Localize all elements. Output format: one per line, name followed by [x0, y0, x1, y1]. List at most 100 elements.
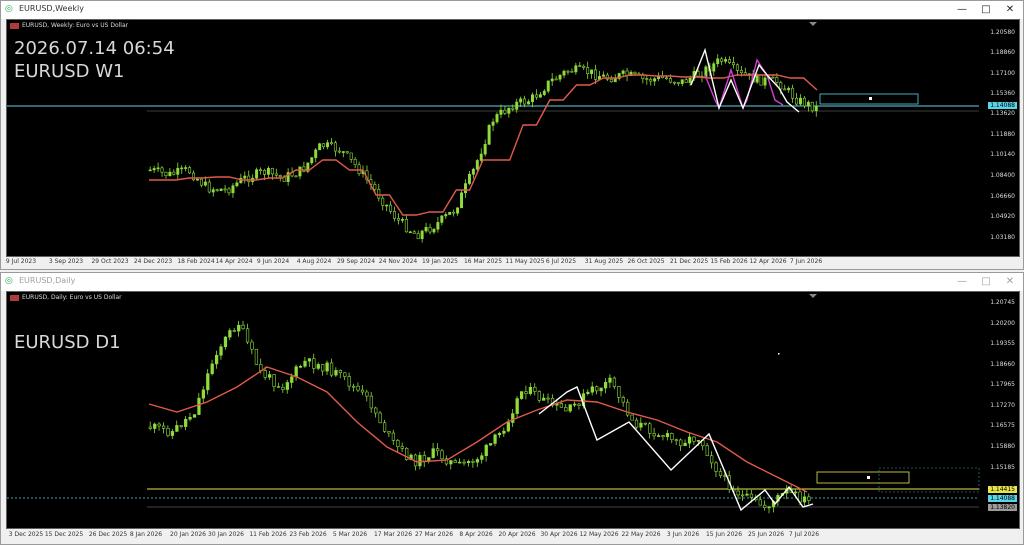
candle-body [298, 365, 303, 368]
candle-body [444, 214, 448, 217]
minimize-button[interactable]: — [950, 2, 974, 18]
candle-body [391, 432, 396, 441]
date-tick: 9 Jul 2023 [5, 258, 37, 265]
candle-body [152, 168, 156, 171]
candle-body [648, 423, 652, 434]
daily-price-plot [7, 294, 980, 514]
minimize-button[interactable]: — [950, 274, 974, 290]
candle-body [176, 167, 180, 175]
moving-average-line [148, 366, 808, 493]
candle-body [679, 439, 683, 447]
candle-body [601, 74, 605, 77]
candle-body [798, 97, 802, 105]
candle-body [400, 219, 404, 221]
candle-body [684, 79, 688, 83]
candle-body [184, 167, 188, 169]
candle-body [745, 493, 749, 496]
maximize-button[interactable]: □ [974, 274, 998, 290]
candle-body [487, 125, 491, 145]
price-tick: 1.17100 [990, 70, 1015, 77]
candle-body [493, 434, 497, 444]
candle-body [652, 433, 656, 437]
candle-body [352, 385, 356, 388]
candle-body [374, 407, 378, 414]
candle-body [538, 94, 542, 98]
close-button[interactable]: ✕ [998, 274, 1022, 290]
weekly-titlebar[interactable]: ◎ EURUSD,Weekly — □ ✕ [1, 1, 1023, 19]
candle-body [480, 455, 484, 460]
candle-body [440, 450, 444, 460]
candle-body [412, 231, 416, 234]
candle-body [634, 419, 639, 428]
daily-chart-area[interactable]: EURUSD, Daily: Euro vs US Dollar EURUSD … [6, 291, 1020, 529]
candle-body [712, 63, 716, 72]
candle-body [428, 227, 432, 233]
candle-body [696, 440, 701, 442]
price-tick: 1.15880 [990, 443, 1015, 450]
chart-icon: ◎ [5, 4, 13, 14]
candle-body [333, 142, 337, 152]
daily-titlebar[interactable]: ◎ EURUSD,Daily — □ ✕ [1, 273, 1023, 291]
candle-body [266, 168, 270, 175]
candle-body [716, 58, 720, 65]
candle-body [250, 341, 254, 350]
date-tick: 23 Feb 2026 [289, 531, 327, 538]
date-tick: 12 May 2026 [579, 531, 619, 538]
candle-body [656, 435, 661, 437]
candle-body [497, 433, 502, 436]
date-tick: 15 Jun 2026 [705, 531, 743, 538]
candle-body [378, 412, 382, 424]
daily-price-axis: 1.20745 1.20200 1.19355 1.18660 1.17965 … [979, 292, 1019, 528]
yellow-price-badge: 1.14415 [988, 486, 1017, 493]
candle-body [763, 504, 767, 508]
candle-body [720, 58, 724, 62]
candle-body [568, 404, 572, 412]
candle-body [499, 109, 503, 115]
candle-body [519, 391, 524, 399]
candle-body [537, 391, 541, 401]
date-tick: 6 Jul 2025 [545, 258, 577, 265]
candle-body [166, 428, 170, 436]
candle-body [542, 90, 546, 95]
candle-body [594, 69, 598, 80]
candle-body [179, 425, 183, 427]
candle-body [381, 197, 385, 206]
candle-body [456, 207, 460, 214]
price-tick: 1.16575 [990, 422, 1015, 429]
candle-body [483, 143, 487, 155]
candle-body [507, 107, 511, 114]
candle-body [312, 358, 316, 369]
candle-body [578, 65, 582, 68]
close-button[interactable]: ✕ [998, 2, 1022, 18]
candle-body [763, 77, 767, 86]
price-tick: 1.19355 [990, 340, 1015, 347]
price-tick: 1.03180 [990, 234, 1015, 241]
date-tick: 3 Dec 2025 [8, 531, 44, 538]
candle-body [268, 374, 272, 378]
candle-body [310, 157, 314, 164]
price-tick: 1.10140 [990, 151, 1015, 158]
candle-body [802, 496, 807, 503]
candle-body [524, 391, 528, 394]
weekly-chart-window[interactable]: ◎ EURUSD,Weekly — □ ✕ EURUSD, Weekly: Eu… [0, 0, 1024, 270]
candle-body [506, 422, 510, 432]
price-tick: 1.08400 [990, 172, 1015, 179]
price-tick: 1.20745 [990, 299, 1015, 306]
date-tick: 16 Mar 2025 [463, 258, 503, 265]
candle-body [724, 59, 728, 62]
candle-body [574, 65, 578, 73]
candle-body [475, 160, 479, 170]
candle-body [612, 377, 617, 387]
daily-chart-window[interactable]: ◎ EURUSD,Daily — □ ✕ EURUSD, Daily: Euro… [0, 272, 1024, 545]
weekly-chart-area[interactable]: EURUSD, Weekly: Euro vs US Dollar 2026.0… [6, 19, 1020, 257]
candle-body [802, 97, 806, 107]
candle-body [645, 78, 649, 80]
candle-body [294, 175, 298, 178]
weekly-price-plot [7, 22, 979, 243]
candle-body [440, 215, 444, 223]
price-tick: 1.18860 [990, 49, 1015, 56]
maximize-button[interactable]: □ [974, 2, 998, 18]
candle-body [570, 70, 574, 73]
candle-body [278, 175, 282, 177]
candle-body [787, 87, 791, 91]
